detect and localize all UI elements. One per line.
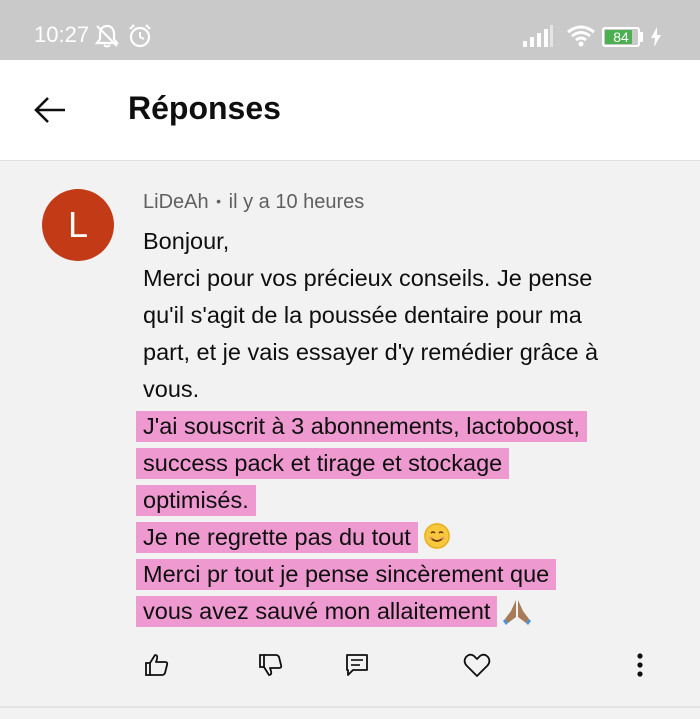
status-bar: 10:27 84	[0, 0, 700, 60]
comment-action-bar	[0, 645, 700, 685]
avatar[interactable]: L	[42, 189, 114, 261]
arrow-left-icon	[34, 97, 65, 123]
heart-icon	[463, 653, 491, 677]
thumbs-down-icon	[259, 654, 283, 676]
comment-line: qu'il s'agit de la poussée dentaire pour…	[143, 302, 582, 328]
highlighted-line: success pack et tirage et stockage	[136, 445, 636, 482]
app-header: Réponses	[0, 60, 700, 161]
highlighted-text: Merci pr tout je pense sincèrement que	[136, 559, 557, 590]
wifi-icon	[567, 25, 596, 47]
avatar-letter: L	[67, 204, 89, 245]
highlighted-line: Je ne regrette pas du tout	[136, 519, 636, 556]
dislike-button[interactable]	[251, 645, 291, 685]
battery-tip	[640, 32, 643, 42]
highlighted-line: vous avez sauvé mon allaitement	[136, 593, 636, 630]
thumbs-up-icon	[145, 654, 169, 676]
status-icons-right	[522, 25, 596, 52]
highlighted-text: success pack et tirage et stockage	[136, 448, 510, 479]
reply-button[interactable]	[337, 645, 377, 685]
highlighted-text: vous avez sauvé mon allaitement	[136, 596, 498, 627]
more-options-button[interactable]	[620, 645, 660, 685]
status-icons-left	[94, 23, 154, 54]
meta-separator: •	[216, 193, 222, 209]
notifications-off-icon	[94, 24, 120, 48]
highlighted-text: optimisés.	[136, 485, 256, 516]
alarm-icon	[129, 24, 152, 48]
battery-icon: 84	[602, 27, 640, 47]
comment-meta: LiDeAh • il y a 10 heures	[143, 191, 364, 214]
signal-icon	[523, 25, 553, 47]
page-title: Réponses	[128, 90, 281, 126]
highlighted-line: Merci pr tout je pense sincèrement que	[136, 556, 636, 593]
bottom-divider	[0, 706, 700, 708]
highlighted-text: J'ai souscrit à 3 abonnements, lactoboos…	[136, 411, 587, 442]
heart-button[interactable]	[457, 645, 497, 685]
charging-icon	[651, 27, 661, 47]
reply-icon	[346, 654, 368, 676]
comment-author[interactable]: LiDeAh	[143, 191, 209, 213]
status-time: 10:27	[34, 22, 90, 47]
comment-line: part, et je vais essayer d'y remédier gr…	[143, 339, 599, 365]
highlighted-text: Je ne regrette pas du tout	[136, 522, 418, 553]
comment-time: il y a 10 heures	[228, 191, 365, 213]
comment-line: vous.	[143, 376, 200, 402]
back-button[interactable]	[30, 90, 70, 130]
highlighted-line: optimisés.	[136, 482, 636, 519]
battery-level: 84	[613, 29, 629, 45]
comment-line: Merci pour vos précieux conseils. Je pen…	[143, 265, 593, 291]
more-vertical-icon	[637, 653, 643, 677]
folded-hands-emoji	[503, 600, 532, 625]
comment-text: Bonjour, Merci pour vos précieux conseil…	[136, 223, 636, 630]
smiling-face-emoji	[423, 523, 450, 549]
highlighted-line: J'ai souscrit à 3 abonnements, lactoboos…	[136, 408, 636, 445]
comment-line: Bonjour,	[143, 228, 230, 254]
like-button[interactable]	[137, 645, 177, 685]
